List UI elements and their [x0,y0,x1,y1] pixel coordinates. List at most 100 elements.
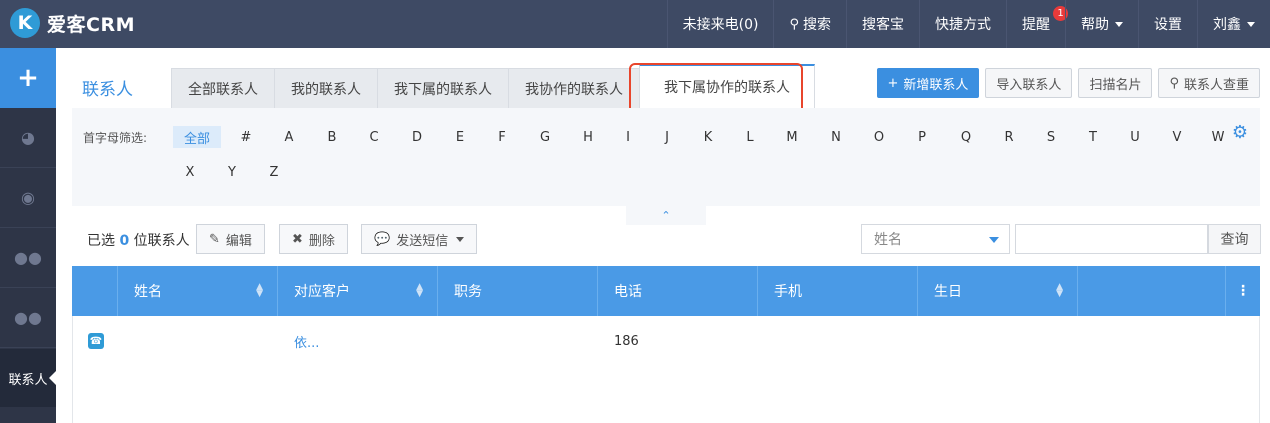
letter-filter-m[interactable]: M [779,126,805,148]
letter-filter-all[interactable]: 全部 [173,126,221,148]
letter-filter-k[interactable]: K [695,126,721,148]
selected-prefix: 已选 [87,233,115,249]
letter-filter-g[interactable]: G [532,126,558,148]
tab-all-contacts[interactable]: 全部联系人 [171,68,275,108]
select-column-header [72,266,118,316]
reminders-link[interactable]: 提醒 1 [1006,0,1068,48]
table-row[interactable]: ☎ 依... 186 [72,316,1260,366]
letter-filter-h[interactable]: H [575,126,601,148]
sms-label: 发送短信 [396,233,449,249]
selected-suffix: 位联系人 [133,233,190,249]
settings-link[interactable]: 设置 [1138,0,1197,48]
empty-column-header [1078,266,1226,316]
page-title: 联系人 [82,80,133,100]
add-contact-button[interactable]: + 新增联系人 [876,68,980,98]
quick-add-button[interactable]: + [0,48,56,108]
letter-filter-x[interactable]: X [177,161,203,183]
add-contact-label: 新增联系人 [903,77,969,93]
chevron-down-icon [1247,21,1255,27]
letter-filter-e[interactable]: E [447,126,473,148]
dashboard-icon[interactable]: ◕ [0,108,56,168]
mobile-cell [758,316,918,366]
chat-icon: 💬 [374,231,391,247]
letter-filter-q[interactable]: Q [953,126,979,148]
send-sms-button[interactable]: 💬 发送短信 [361,224,478,254]
logo-mark: K [10,8,40,38]
customer-link[interactable]: 依... [278,316,438,366]
dedupe-button[interactable]: ⚲ 联系人查重 [1158,68,1260,98]
letter-filter-y[interactable]: Y [219,161,245,183]
delete-label: 删除 [308,233,335,249]
scan-card-button[interactable]: 扫描名片 [1078,68,1153,98]
letter-filter-u[interactable]: U [1122,126,1148,148]
column-header-phone[interactable]: 电话 [598,266,758,316]
column-header-title[interactable]: 职务 [438,266,598,316]
search-field-select[interactable]: 姓名 [861,224,1010,254]
phone-cell: 186 [614,333,639,349]
column-header-birthday[interactable]: 生日 ▲ ▼ [918,266,1078,316]
shortcuts-link[interactable]: 快捷方式 [919,0,1006,48]
close-icon: ✖ [292,231,303,247]
letter-filter-l[interactable]: L [737,126,763,148]
letter-filter-o[interactable]: O [866,126,892,148]
column-header-name[interactable]: 姓名 ▲ ▼ [118,266,278,316]
missed-calls-link[interactable]: 未接来电(0) [666,0,774,48]
more-options-icon[interactable]: ⋮ [1226,266,1260,316]
user-name: 刘鑫 [1213,17,1241,33]
column-label: 生日 [934,284,962,300]
souke-link[interactable]: 搜客宝 [846,0,919,48]
top-navbar: K 爱客CRM 未接来电(0) ⚲ 搜索 搜客宝 快捷方式 提醒 1 帮助 设置… [0,0,1270,48]
tab-collab-contacts[interactable]: 我协作的联系人 [508,68,640,108]
letter-filter-r[interactable]: R [996,126,1022,148]
letter-filter-d[interactable]: D [404,126,430,148]
letter-filter-j[interactable]: J [654,126,680,148]
user-menu[interactable]: 刘鑫 [1197,0,1270,48]
letter-filter-s[interactable]: S [1038,126,1064,148]
letter-filter-c[interactable]: C [361,126,387,148]
letter-filter-t[interactable]: T [1080,126,1106,148]
phone-icon[interactable]: ☎ [88,333,104,349]
sidebar: + ◕ ◉ ●● ●● 联系人 [0,48,56,423]
contact-name-link[interactable] [118,316,278,366]
column-label: 对应客户 [294,284,350,300]
filter-label: 首字母筛选: [83,131,148,145]
letter-filter-b[interactable]: B [319,126,345,148]
app-title: 爱客CRM [47,13,135,36]
letter-filter-hash[interactable]: # [233,126,259,148]
help-label: 帮助 [1081,17,1109,33]
letter-filter-i[interactable]: I [615,126,641,148]
tab-subordinate-contacts[interactable]: 我下属的联系人 [377,68,509,108]
letter-filter-z[interactable]: Z [261,161,287,183]
search-link[interactable]: ⚲ 搜索 [773,0,846,48]
sidebar-item-contacts[interactable]: 联系人 [0,349,56,407]
users-icon[interactable]: ●● [0,288,56,348]
edit-button[interactable]: ✎ 编辑 [196,224,265,254]
chevron-down-icon [456,236,465,242]
header-actions: + 新增联系人 导入联系人 扫描名片 ⚲ 联系人查重 [876,68,1260,98]
query-button[interactable]: 查询 [1208,224,1261,254]
search-input[interactable] [1015,224,1208,254]
letter-filter-n[interactable]: N [823,126,849,148]
delete-button[interactable]: ✖ 删除 [279,224,348,254]
group-icon[interactable]: ●● [0,228,56,288]
gear-icon[interactable]: ⚙ [1232,122,1248,143]
column-header-customer[interactable]: 对应客户 ▲ ▼ [278,266,438,316]
search-icon: ⚲ [789,16,799,32]
collapse-filter-toggle[interactable]: ⌃ [626,205,706,225]
globe-icon[interactable]: ◉ [0,168,56,228]
column-header-mobile[interactable]: 手机 [758,266,918,316]
letter-filter-p[interactable]: P [909,126,935,148]
search-field-value: 姓名 [874,232,902,248]
letter-filter-f[interactable]: F [489,126,515,148]
column-label: 姓名 [134,284,162,300]
letter-filter-v[interactable]: V [1164,126,1190,148]
letter-filter-w[interactable]: W [1205,126,1231,148]
app-logo[interactable]: K 爱客CRM [10,6,135,40]
birthday-cell [918,316,1078,366]
title-cell [438,316,598,366]
help-menu[interactable]: 帮助 [1065,0,1138,48]
import-contacts-button[interactable]: 导入联系人 [985,68,1073,98]
letter-filter-a[interactable]: A [276,126,302,148]
tab-my-contacts[interactable]: 我的联系人 [274,68,378,108]
sort-icon: ▲ ▼ [416,282,423,299]
